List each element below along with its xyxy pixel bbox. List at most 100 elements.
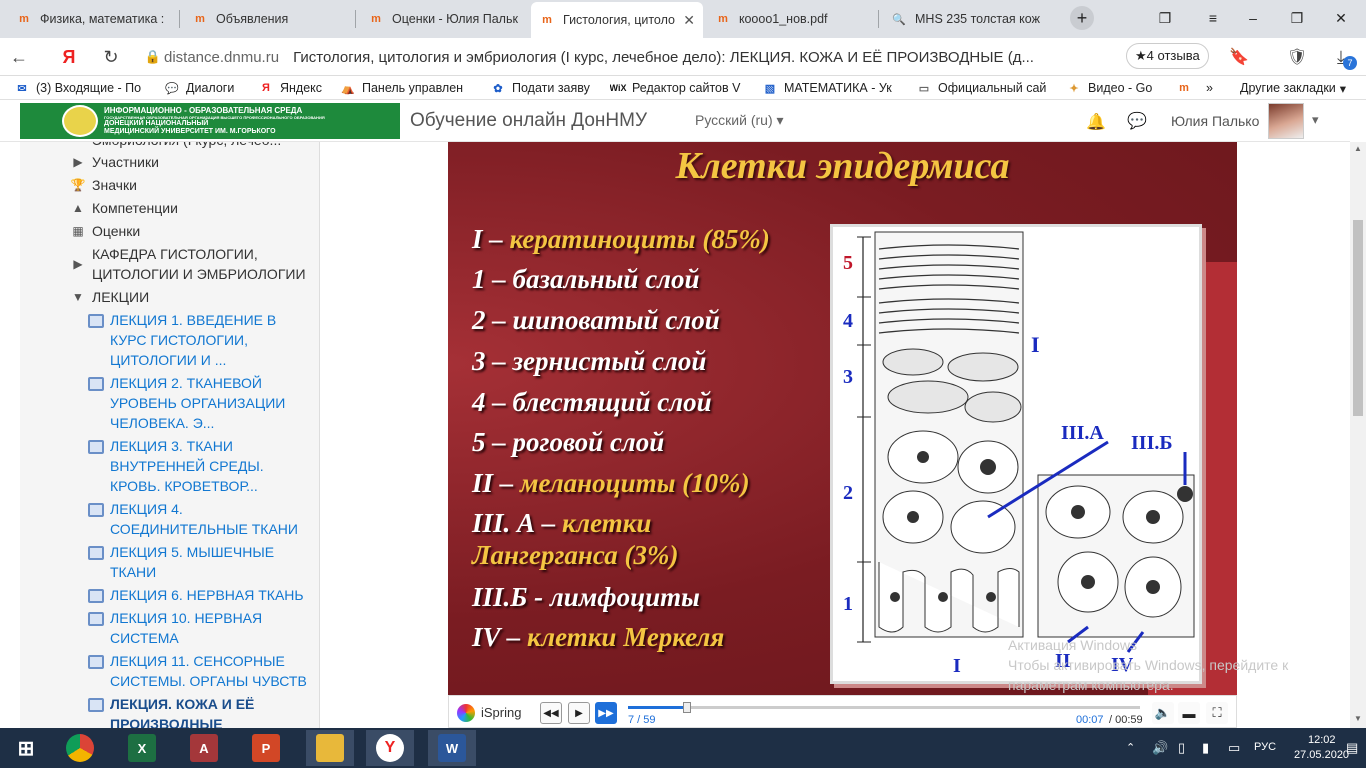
network-icon[interactable]: ▮ bbox=[1202, 740, 1209, 756]
wix-icon: WiX bbox=[610, 83, 627, 93]
bookmark-math[interactable]: ▧ МАТЕМАТИКА - Ук bbox=[762, 79, 900, 97]
yandex-icon[interactable]: Я bbox=[58, 46, 80, 68]
nav-grades[interactable]: Оценки bbox=[92, 221, 140, 241]
tab-physics[interactable]: m Физика, математика : bbox=[8, 4, 176, 34]
avatar[interactable] bbox=[1268, 103, 1304, 139]
progress-handle[interactable] bbox=[682, 702, 691, 713]
triangle-down-icon: ▼ bbox=[72, 290, 84, 304]
protect-icon[interactable]: 🛡 bbox=[1286, 46, 1308, 68]
clock-date[interactable]: 27.05.2020 bbox=[1294, 749, 1349, 761]
lecture-10[interactable]: ЛЕКЦИЯ 10. НЕРВНАЯ СИСТЕМА bbox=[110, 608, 310, 648]
reload-icon[interactable]: ↻ bbox=[100, 46, 122, 68]
next-slide-button[interactable]: ▶▶ bbox=[595, 702, 617, 724]
lecture-icon bbox=[88, 655, 104, 669]
svg-text:4: 4 bbox=[843, 310, 853, 332]
notifications-tray-icon[interactable]: ▭ bbox=[1228, 740, 1240, 756]
other-bookmarks[interactable]: Другие закладки ▾ bbox=[1240, 79, 1360, 97]
lecture-5[interactable]: ЛЕКЦИЯ 5. МЫШЕЧНЫЕ ТКАНИ bbox=[110, 542, 310, 582]
lecture-6[interactable]: ЛЕКЦИЯ 6. НЕРВНАЯ ТКАНЬ bbox=[110, 585, 319, 605]
taskbar-excel[interactable]: X bbox=[118, 730, 166, 766]
lecture-11[interactable]: ЛЕКЦИЯ 11. СЕНСОРНЫЕ СИСТЕМЫ. ОРГАНЫ ЧУВ… bbox=[110, 651, 315, 691]
close-window-icon[interactable]: ✕ bbox=[1328, 6, 1354, 30]
elapsed-time: 00:07 bbox=[1076, 714, 1104, 726]
bookmark-official[interactable]: ▭ Официальный сай bbox=[916, 79, 1048, 97]
scroll-up-icon[interactable]: ▲ bbox=[1354, 144, 1362, 153]
taskbar-chrome[interactable] bbox=[56, 730, 104, 766]
bookmark-video[interactable]: ✦ Видео - Go bbox=[1066, 79, 1162, 97]
language-menu[interactable]: Русский (ru) ▾ bbox=[695, 112, 784, 129]
bookmark-wix[interactable]: WiX Редактор сайтов V bbox=[610, 79, 748, 97]
bookmark-panel-icon[interactable]: ❐ bbox=[1152, 6, 1178, 30]
tray-chevron-icon[interactable]: ⌃ bbox=[1126, 741, 1135, 754]
slide-line-basal: 1 – базальный слой bbox=[472, 264, 700, 294]
moodle-icon: m bbox=[371, 13, 381, 25]
nav-lectures[interactable]: ЛЕКЦИИ bbox=[92, 287, 149, 307]
nav-department[interactable]: КАФЕДРА ГИСТОЛОГИИ, ЦИТОЛОГИИ И ЭМБРИОЛО… bbox=[92, 244, 318, 284]
back-icon[interactable]: ← bbox=[8, 46, 30, 68]
clock-time[interactable]: 12:02 bbox=[1308, 734, 1336, 746]
site-name[interactable]: Обучение онлайн ДонНМУ bbox=[410, 110, 647, 132]
tab-strip: m Физика, математика : m Объявления m Оценк… bbox=[0, 0, 1366, 38]
bookmark-control-panel[interactable]: ⛺ Панель управлен bbox=[340, 79, 474, 97]
site-logo[interactable]: ИНФОРМАЦИОННО - ОБРАЗОВАТЕЛЬНАЯ СРЕДА ГО… bbox=[20, 103, 400, 139]
new-tab-button[interactable]: + bbox=[1070, 6, 1094, 30]
battery-icon[interactable]: ▯ bbox=[1178, 740, 1185, 756]
tab-grades[interactable]: m Оценки - Юлия Пальк bbox=[360, 4, 528, 34]
action-center-icon[interactable]: ▤ bbox=[1346, 740, 1358, 756]
lecture-skin-current[interactable]: ЛЕКЦИЯ. КОЖА И ЕЁ ПРОИЗВОДНЫЕ bbox=[110, 694, 310, 728]
nav-badges[interactable]: Значки bbox=[92, 175, 137, 195]
settings-icon[interactable]: ▬ bbox=[1178, 702, 1200, 724]
reviews-badge[interactable]: ★4 отзыва bbox=[1126, 43, 1209, 69]
bookmark-icon[interactable]: 🔖 bbox=[1228, 46, 1250, 68]
taskbar-access[interactable]: A bbox=[180, 730, 228, 766]
previous-slide-button[interactable]: ◀◀ bbox=[540, 702, 562, 724]
bookmark-inbox[interactable]: ✉ (3) Входящие - По bbox=[14, 79, 154, 97]
scrollbar-thumb[interactable] bbox=[1353, 220, 1363, 416]
close-tab-icon[interactable]: ✕ bbox=[683, 12, 695, 29]
tab-search[interactable]: 🔍 MHS 235 толстая кож bbox=[883, 4, 1063, 34]
more-bookmarks[interactable]: » bbox=[1206, 79, 1220, 97]
bookmark-dialogs[interactable]: 💬 Диалоги bbox=[164, 79, 250, 97]
fullscreen-icon[interactable]: ⛶ bbox=[1206, 702, 1228, 724]
nav-participants[interactable]: Участники bbox=[92, 152, 159, 172]
messages-icon[interactable]: 💬 bbox=[1127, 111, 1147, 131]
start-button[interactable]: ⊞ bbox=[2, 730, 50, 766]
user-name[interactable]: Юлия Палько bbox=[1171, 113, 1259, 129]
tab-announcements[interactable]: m Объявления bbox=[184, 4, 352, 34]
play-button[interactable]: ▶ bbox=[568, 702, 590, 724]
lecture-2[interactable]: ЛЕКЦИЯ 2. ТКАНЕВОЙ УРОВЕНЬ ОРГАНИЗАЦИИ Ч… bbox=[110, 373, 310, 433]
user-menu-chevron-icon[interactable]: ▾ bbox=[1312, 112, 1319, 128]
moodle-icon: m bbox=[19, 13, 29, 25]
taskbar-explorer[interactable] bbox=[306, 730, 354, 766]
bookmarks-bar: ✉ (3) Входящие - По 💬 Диалоги Я Яндекс ⛺ Пан… bbox=[0, 76, 1366, 100]
course-title-cut[interactable]: Эмбриология (I курс, лечеб... bbox=[92, 142, 281, 150]
tab-histology-active[interactable]: m Гистология, цитоло ✕ bbox=[531, 2, 703, 38]
lecture-4[interactable]: ЛЕКЦИЯ 4. СОЕДИНИТЕЛЬНЫЕ ТКАНИ bbox=[110, 499, 310, 539]
logo-line-4: МЕДИЦИНСКИЙ УНИВЕРСИТЕТ ИМ. М.ГОРЬКОГО bbox=[104, 127, 276, 135]
bookmark-yandex[interactable]: Я Яндекс bbox=[258, 79, 334, 97]
nav-competencies[interactable]: Компетенции bbox=[92, 198, 178, 218]
folder-icon bbox=[316, 734, 344, 762]
progress-bar[interactable] bbox=[628, 702, 1140, 713]
url-field[interactable]: distance.dnmu.ru Гистология, цитология и… bbox=[136, 43, 1266, 71]
taskbar-yandex-browser[interactable]: Y bbox=[366, 730, 414, 766]
notification-bell-icon[interactable]: 🔔 bbox=[1086, 112, 1106, 132]
volume-tray-icon[interactable]: 🔊 bbox=[1152, 740, 1168, 756]
page-icon: ▭ bbox=[918, 82, 930, 95]
volume-icon[interactable]: 🔈 bbox=[1152, 702, 1174, 724]
bookmark-apply[interactable]: ✿ Подати заяву bbox=[490, 79, 600, 97]
page-scrollbar[interactable]: ▲ ▼ bbox=[1350, 142, 1366, 728]
restore-icon[interactable]: ❐ bbox=[1284, 6, 1310, 30]
taskbar-word[interactable]: W bbox=[428, 730, 476, 766]
menu-icon[interactable]: ≡ bbox=[1200, 6, 1226, 30]
lecture-1[interactable]: ЛЕКЦИЯ 1. ВВЕДЕНИЕ В КУРС ГИСТОЛОГИИ, ЦИ… bbox=[110, 310, 310, 370]
tab-pdf[interactable]: m кoooo1_нов.pdf bbox=[707, 4, 875, 34]
language-indicator[interactable]: РУС bbox=[1254, 741, 1276, 753]
lecture-3[interactable]: ЛЕКЦИЯ 3. ТКАНИ ВНУТРЕННЕЙ СРЕДЫ. КРОВЬ.… bbox=[110, 436, 310, 496]
taskbar-powerpoint[interactable]: P bbox=[242, 730, 290, 766]
epidermis-diagram: 5 4 3 2 1 I I III.A III.Б II IV bbox=[830, 224, 1202, 684]
minimize-icon[interactable]: – bbox=[1240, 6, 1266, 30]
word-icon: W bbox=[438, 734, 466, 762]
moodle-bookmark-icon[interactable]: m bbox=[1176, 79, 1194, 97]
scroll-down-icon[interactable]: ▼ bbox=[1354, 714, 1362, 723]
